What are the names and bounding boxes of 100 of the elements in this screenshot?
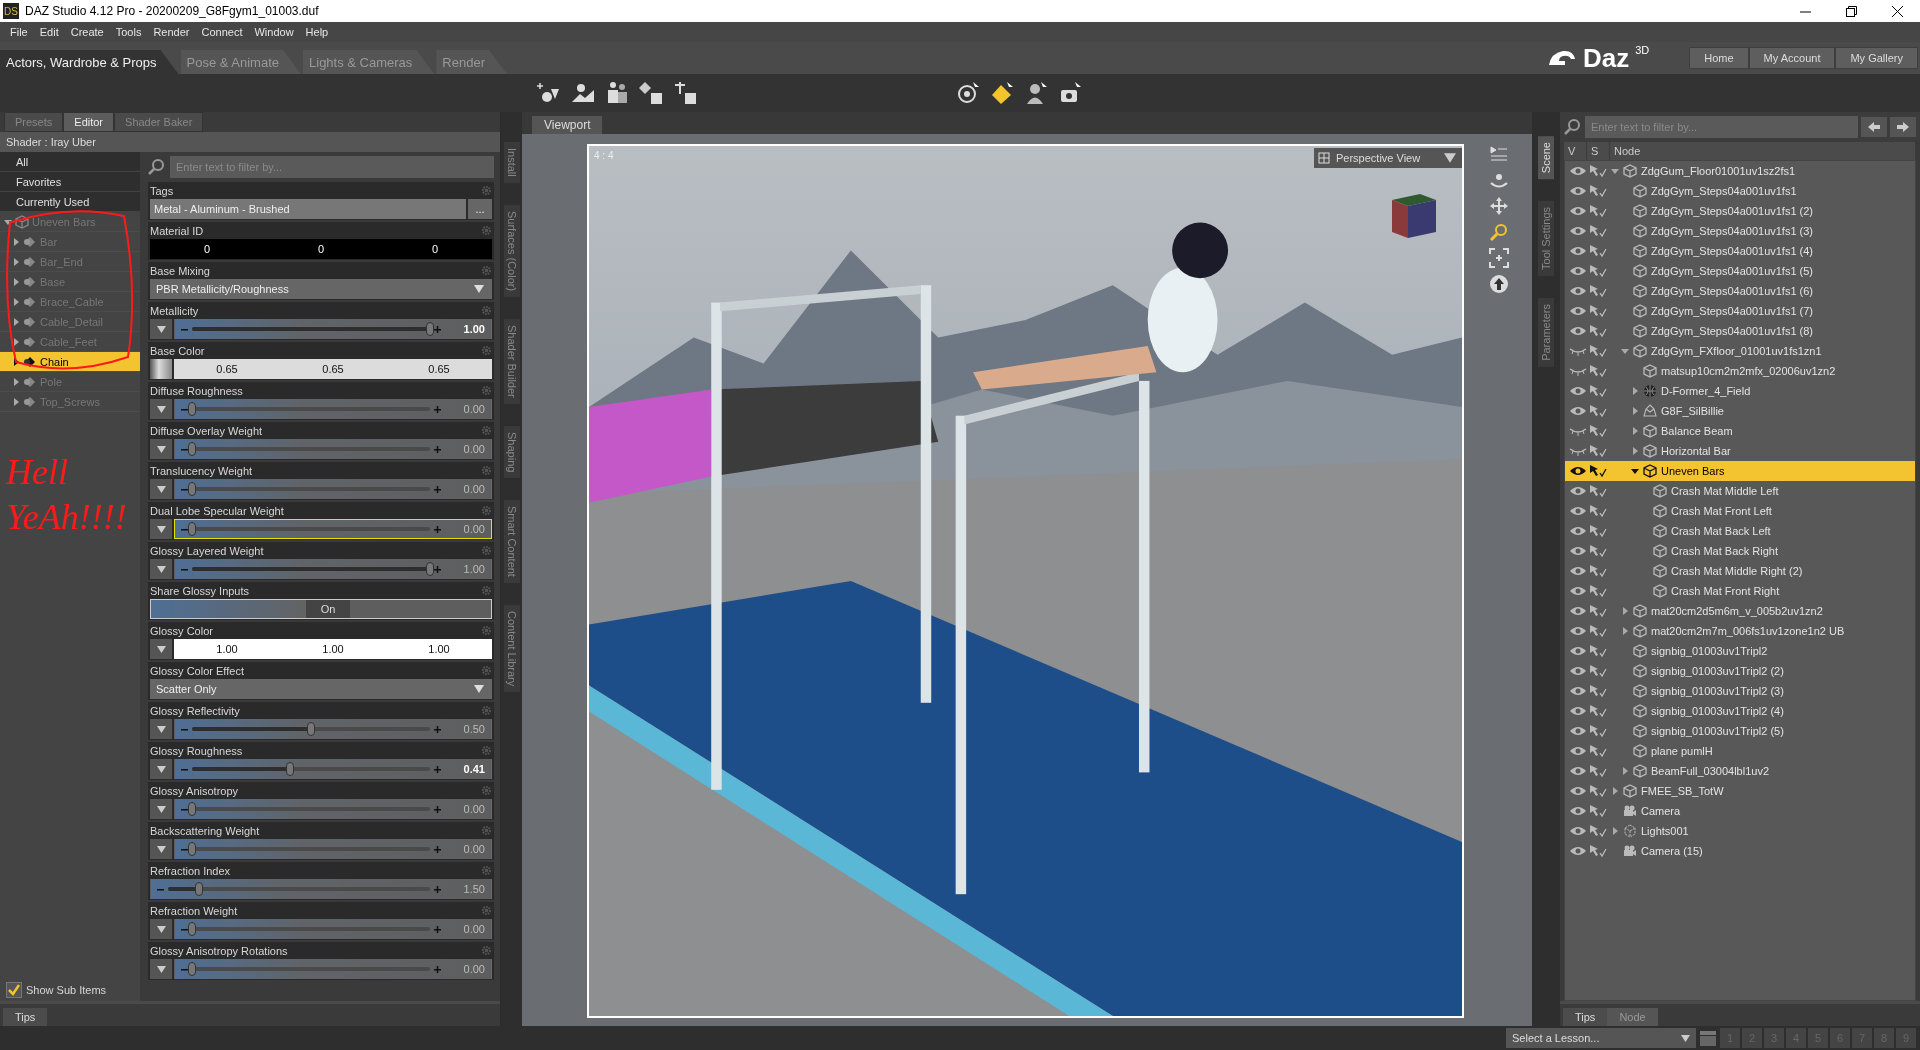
scene-node[interactable]: Crash Mat Middle Right (2) — [1565, 561, 1915, 581]
scene-node[interactable]: Crash Mat Back Right — [1565, 541, 1915, 561]
menu-icon[interactable] — [1489, 144, 1509, 164]
side-tab[interactable]: Shader Builder — [504, 318, 520, 404]
texture-swatch[interactable] — [150, 359, 172, 379]
clapperboard-icon[interactable] — [1698, 1029, 1718, 1047]
slider-thumb[interactable] — [285, 762, 294, 776]
slider[interactable]: 0.00 — [174, 479, 492, 499]
slider-thumb[interactable] — [188, 402, 196, 416]
side-tab[interactable]: Content Library — [504, 604, 520, 693]
scene-node[interactable]: Lights001 — [1565, 821, 1915, 841]
plus-icon[interactable] — [434, 325, 441, 333]
person-cursor-icon[interactable] — [1025, 81, 1049, 105]
filter-item[interactable]: Currently Used — [0, 192, 140, 212]
slider-thumb[interactable] — [188, 962, 196, 976]
scene-node[interactable]: ZdgGym_Steps04a001uv1fs1 (2) — [1565, 201, 1915, 221]
settings-icon[interactable] — [481, 545, 492, 556]
scene-node[interactable]: mat20cm2m7m_006fs1uv1zone1n2 UB — [1565, 621, 1915, 641]
cursor-check-icon[interactable] — [1589, 324, 1607, 338]
menu-button[interactable] — [150, 759, 172, 779]
slider[interactable]: 0.50 — [174, 719, 492, 739]
plus-icon[interactable] — [434, 485, 441, 493]
scene-node[interactable]: Camera (15) — [1565, 841, 1915, 861]
slider[interactable]: 0.00 — [174, 799, 492, 819]
color-field[interactable]: 0.65 0.65 0.65 — [174, 359, 492, 379]
cursor-check-icon[interactable] — [1589, 244, 1607, 258]
settings-icon[interactable] — [481, 825, 492, 836]
browse-button[interactable]: ... — [468, 199, 492, 219]
dropdown[interactable]: Scatter Only — [150, 679, 492, 699]
menu-button[interactable] — [150, 399, 172, 419]
scene-node[interactable]: signbig_01003uv1Tripl2 (4) — [1565, 701, 1915, 721]
menu-item[interactable]: File — [4, 26, 34, 38]
cursor-check-icon[interactable] — [1589, 564, 1607, 578]
settings-icon[interactable] — [481, 505, 492, 516]
scene-node[interactable]: Camera — [1565, 801, 1915, 821]
cursor-check-icon[interactable] — [1589, 484, 1607, 498]
tips-tab[interactable]: Tips — [3, 1008, 48, 1026]
slider-thumb[interactable] — [188, 522, 196, 536]
view-dropdown[interactable]: Perspective View — [1314, 148, 1462, 168]
color-field[interactable]: 1.00 1.00 1.00 — [174, 639, 492, 659]
cursor-check-icon[interactable] — [1589, 504, 1607, 518]
closed-eye-icon[interactable] — [1569, 445, 1587, 457]
target-cursor-icon[interactable] — [957, 81, 981, 105]
cursor-check-icon[interactable] — [1589, 344, 1607, 358]
cursor-check-icon[interactable] — [1589, 764, 1607, 778]
scene-node[interactable]: Crash Mat Back Left — [1565, 521, 1915, 541]
cursor-check-icon[interactable] — [1589, 444, 1607, 458]
menu-button[interactable] — [150, 719, 172, 739]
scene-node[interactable]: Uneven Bars — [1565, 461, 1915, 481]
plus-icon[interactable] — [434, 765, 441, 773]
cursor-check-icon[interactable] — [1589, 544, 1607, 558]
slider[interactable]: 0.00 — [174, 839, 492, 859]
settings-icon[interactable] — [481, 225, 492, 236]
scene-node[interactable]: ZdgGum_Floor01001uv1sz2fs1 — [1565, 161, 1915, 181]
slider[interactable]: 1.00 — [174, 559, 492, 579]
add-shapes-icon[interactable] — [537, 81, 561, 105]
panel-tab[interactable]: Editor — [63, 112, 115, 132]
scene-node[interactable]: signbig_01003uv1Tripl2 (2) — [1565, 661, 1915, 681]
header-link-button[interactable]: My Gallery — [1835, 47, 1918, 69]
back-button[interactable] — [1861, 117, 1887, 137]
pose-save-icon[interactable] — [673, 81, 697, 105]
filter-item[interactable]: Favorites — [0, 172, 140, 192]
slider[interactable]: 1.50 — [150, 879, 492, 899]
search-icon[interactable] — [148, 158, 166, 176]
room-tab[interactable]: Actors, Wardrobe & Props — [0, 50, 179, 74]
settings-icon[interactable] — [481, 745, 492, 756]
cursor-check-icon[interactable] — [1589, 364, 1607, 378]
slider-thumb[interactable] — [188, 802, 196, 816]
scene-node[interactable]: Crash Mat Middle Left — [1565, 481, 1915, 501]
scene-node[interactable]: matsup10cm2m2mfx_02006uv1zn2 — [1565, 361, 1915, 381]
slider-thumb[interactable] — [188, 482, 196, 496]
landscape-icon[interactable] — [571, 81, 595, 105]
slider-thumb[interactable] — [188, 442, 196, 456]
scene-node[interactable]: ZdgGym_Steps04a001uv1fs1 (4) — [1565, 241, 1915, 261]
slider-thumb[interactable] — [426, 322, 434, 336]
slider[interactable]: 0.00 — [174, 439, 492, 459]
cursor-check-icon[interactable] — [1589, 404, 1607, 418]
cursor-check-icon[interactable] — [1589, 824, 1607, 838]
menu-button[interactable] — [150, 799, 172, 819]
cursor-check-icon[interactable] — [1589, 844, 1607, 858]
cursor-check-icon[interactable] — [1589, 304, 1607, 318]
slider[interactable]: 1.00 — [174, 319, 492, 339]
tags-field[interactable]: Metal - Aluminum - Brushed — [150, 199, 466, 219]
cursor-check-icon[interactable] — [1589, 284, 1607, 298]
scene-node[interactable]: BeamFull_03004lbl1uv2 — [1565, 761, 1915, 781]
menu-button[interactable] — [150, 839, 172, 859]
settings-icon[interactable] — [481, 865, 492, 876]
expand-arrow-icon[interactable] — [12, 357, 20, 366]
scene-node[interactable]: Crash Mat Front Left — [1565, 501, 1915, 521]
scene-node[interactable]: signbig_01003uv1Tripl2 (3) — [1565, 681, 1915, 701]
collapse-arrow-icon[interactable] — [1631, 467, 1639, 475]
closed-eye-icon[interactable] — [1569, 345, 1587, 357]
menu-button[interactable] — [150, 559, 172, 579]
settings-icon[interactable] — [481, 945, 492, 956]
slider-thumb[interactable] — [195, 882, 204, 896]
menu-item[interactable]: Window — [248, 26, 300, 38]
plus-icon[interactable] — [434, 965, 441, 973]
cursor-check-icon[interactable] — [1589, 224, 1607, 238]
scene-node[interactable]: ZdgGym_Steps04a001uv1fs1 (3) — [1565, 221, 1915, 241]
plus-icon[interactable] — [434, 805, 441, 813]
